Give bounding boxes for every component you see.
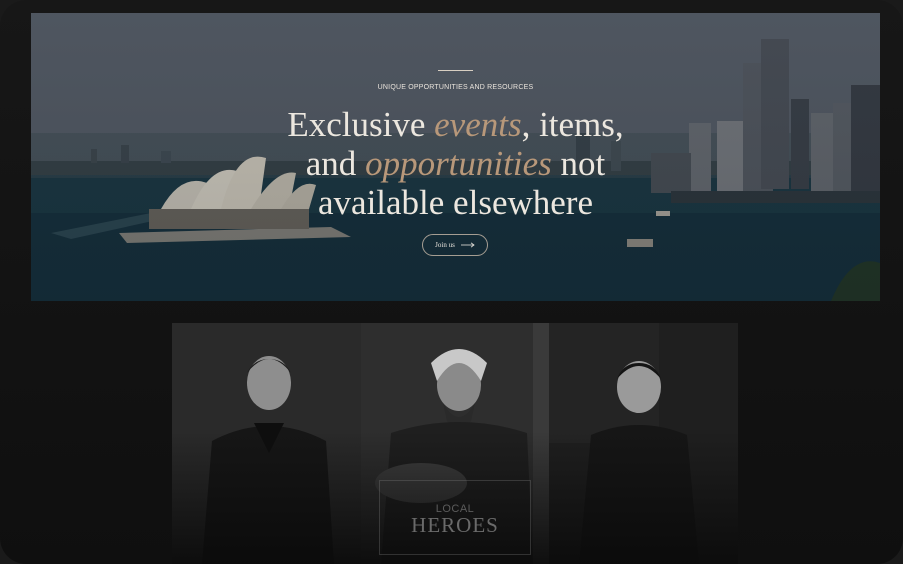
hero-kicker: UNIQUE OPPORTUNITIES AND RESOURCES — [377, 84, 534, 91]
title-accent-events: events — [434, 105, 522, 144]
join-us-label: Join us — [435, 241, 455, 249]
arrow-right-icon — [460, 242, 475, 248]
title-line-2: and opportunities not — [305, 144, 606, 183]
portrait-divider — [533, 323, 549, 564]
badge-heroes-text: HEROES — [411, 513, 499, 537]
smiling-man-photo — [549, 323, 738, 564]
hero-title: Exclusive events, items, and opportuniti… — [31, 105, 880, 222]
hero-portrait-3 — [549, 323, 738, 564]
title-accent-opportunities: opportunities — [365, 144, 552, 183]
title-line-1: Exclusive events, items, — [287, 105, 624, 144]
hero-portrait-1 — [172, 323, 361, 564]
hero-divider — [438, 70, 473, 71]
title-line-3: available elsewhere — [318, 183, 593, 222]
local-heroes-section: LOCAL HEROES — [172, 323, 738, 564]
hero-section: UNIQUE OPPORTUNITIES AND RESOURCES Exclu… — [31, 13, 880, 301]
local-heroes-badge: LOCAL HEROES — [379, 480, 531, 555]
browser-frame: UNIQUE OPPORTUNITIES AND RESOURCES Exclu… — [0, 0, 903, 564]
join-us-button[interactable]: Join us — [422, 234, 488, 256]
man-in-blazer-photo — [172, 323, 361, 564]
